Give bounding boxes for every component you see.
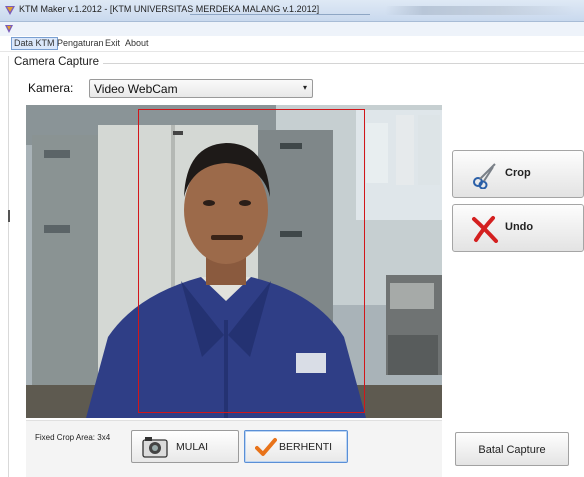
chevron-down-icon[interactable]: ▾ bbox=[303, 83, 307, 92]
fixed-crop-area-label: Fixed Crop Area: 3x4 bbox=[35, 433, 111, 442]
menu-data-ktm[interactable]: Data KTM bbox=[11, 37, 58, 50]
cross-icon bbox=[472, 216, 498, 243]
mdi-icon-strip bbox=[0, 22, 584, 36]
menu-exit[interactable]: Exit bbox=[103, 38, 122, 48]
title-bar: KTM Maker v.1.2012 - [KTM UNIVERSITAS ME… bbox=[0, 0, 584, 22]
berhenti-button-label: BERHENTI bbox=[279, 441, 333, 453]
menu-bar: Data KTM Pengaturan Exit About bbox=[0, 36, 584, 52]
left-border bbox=[8, 56, 9, 477]
batal-capture-button[interactable]: Batal Capture bbox=[455, 432, 569, 466]
berhenti-button[interactable]: BERHENTI bbox=[244, 430, 348, 463]
crop-button-label: Crop bbox=[505, 167, 531, 179]
group-border bbox=[100, 63, 584, 64]
child-window-icon[interactable] bbox=[4, 24, 14, 34]
menu-pengaturan[interactable]: Pengaturan bbox=[55, 38, 106, 48]
batal-capture-label: Batal Capture bbox=[478, 444, 546, 456]
kamera-selected-value: Video WebCam bbox=[94, 82, 178, 96]
left-splitter-handle[interactable] bbox=[8, 210, 10, 222]
undo-button-label: Undo bbox=[505, 221, 534, 233]
camera-icon bbox=[142, 437, 168, 458]
mulai-button-label: MULAI bbox=[176, 441, 209, 453]
menu-about[interactable]: About bbox=[123, 38, 151, 48]
undo-button[interactable]: Undo bbox=[452, 204, 584, 252]
checkmark-icon bbox=[255, 438, 277, 456]
title-bar-blurred-area bbox=[385, 6, 575, 15]
kamera-dropdown[interactable]: Video WebCam ▾ bbox=[89, 79, 313, 98]
group-title: Camera Capture bbox=[14, 56, 104, 68]
crop-button[interactable]: Crop bbox=[452, 150, 584, 198]
mulai-button[interactable]: MULAI bbox=[131, 430, 239, 463]
app-logo-icon bbox=[5, 6, 15, 15]
scissors-icon bbox=[473, 163, 496, 189]
kamera-label: Kamera: bbox=[28, 81, 74, 95]
crop-area-rectangle[interactable] bbox=[138, 109, 365, 413]
title-underline bbox=[190, 14, 370, 15]
window-title: KTM Maker v.1.2012 - [KTM UNIVERSITAS ME… bbox=[19, 4, 320, 14]
